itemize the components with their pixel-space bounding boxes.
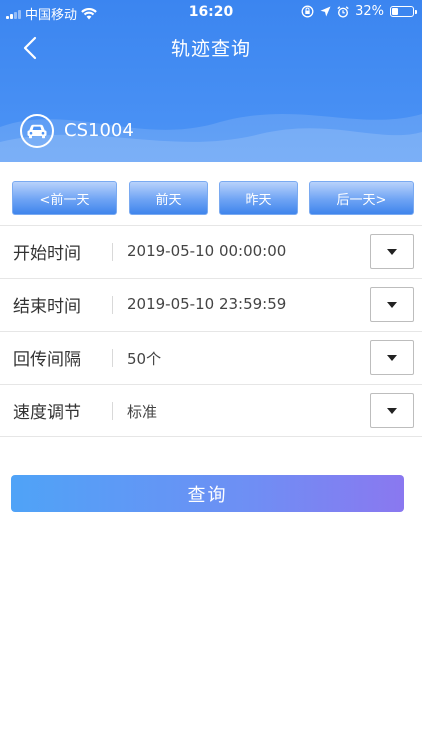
yesterday-button[interactable]: 昨天: [219, 181, 298, 215]
start-time-row: 开始时间 2019-05-10 00:00:00: [0, 225, 422, 278]
rotation-lock-icon: [301, 5, 314, 18]
end-time-row: 结束时间 2019-05-10 23:59:59: [0, 278, 422, 331]
car-icon: [27, 124, 47, 139]
start-time-value[interactable]: 2019-05-10 00:00:00: [127, 242, 286, 260]
end-time-dropdown[interactable]: [370, 287, 414, 322]
location-arrow-icon: [320, 6, 331, 17]
header: 中国移动 16:20 32% 轨迹查询 CS1004: [0, 0, 422, 162]
battery-percent: 32%: [355, 4, 384, 19]
row-divider: [112, 402, 113, 420]
interval-row: 回传间隔 50个: [0, 331, 422, 384]
row-divider: [112, 296, 113, 314]
battery-icon: [390, 6, 417, 17]
prev-day-button[interactable]: <前一天: [12, 181, 117, 215]
interval-dropdown[interactable]: [370, 340, 414, 375]
status-right: 32%: [301, 4, 417, 19]
start-time-label: 开始时间: [13, 244, 81, 264]
row-divider: [112, 349, 113, 367]
caret-down-icon: [387, 301, 397, 308]
speed-dropdown[interactable]: [370, 393, 414, 428]
caret-down-icon: [387, 354, 397, 361]
query-button[interactable]: 查询: [11, 475, 404, 512]
vehicle-badge: [20, 114, 54, 148]
alarm-icon: [337, 5, 349, 18]
day-before-yesterday-button[interactable]: 前天: [129, 181, 208, 215]
speed-value[interactable]: 标准: [127, 401, 157, 422]
status-bar: 中国移动 16:20 32%: [0, 0, 422, 24]
row-divider: [112, 243, 113, 261]
page-title: 轨迹查询: [170, 38, 251, 60]
vehicle-plate: CS1004: [64, 120, 134, 141]
caret-down-icon: [387, 248, 397, 255]
day-shortcut-row: <前一天 前天 昨天 后一天>: [0, 181, 422, 215]
start-time-dropdown[interactable]: [370, 234, 414, 269]
interval-value[interactable]: 50个: [127, 348, 161, 369]
end-time-value[interactable]: 2019-05-10 23:59:59: [127, 295, 286, 313]
caret-down-icon: [387, 407, 397, 414]
speed-label: 速度调节: [13, 403, 81, 423]
query-form: 开始时间 2019-05-10 00:00:00 结束时间 2019-05-10…: [0, 225, 422, 437]
speed-row: 速度调节 标准: [0, 384, 422, 437]
interval-label: 回传间隔: [13, 350, 81, 370]
battery-fill: [392, 8, 398, 15]
next-day-button[interactable]: 后一天>: [309, 181, 414, 215]
end-time-label: 结束时间: [13, 297, 81, 317]
